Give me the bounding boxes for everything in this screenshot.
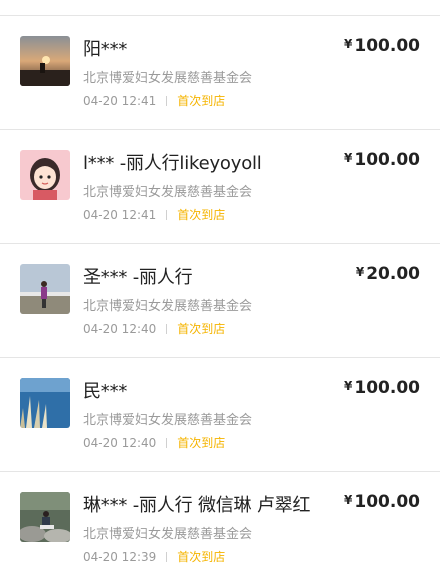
avatar[interactable] bbox=[20, 264, 70, 314]
avatar[interactable] bbox=[20, 150, 70, 200]
meta-separator bbox=[166, 552, 168, 562]
list-item[interactable]: 阳*** 北京博爱妇女发展慈善基金会 04-20 12:41 首次到店 ¥100.… bbox=[0, 16, 440, 130]
first-visit-tag: 首次到店 bbox=[177, 208, 226, 222]
donation-amount: ¥100.00 bbox=[344, 36, 420, 56]
donation-amount: ¥100.00 bbox=[344, 378, 420, 398]
meta-separator bbox=[166, 210, 168, 220]
donation-meta: 04-20 12:40 首次到店 bbox=[83, 434, 225, 451]
organization-name: 北京博爱妇女发展慈善基金会 bbox=[83, 413, 253, 428]
amount-value: 100.00 bbox=[354, 150, 420, 170]
donation-time: 04-20 12:41 bbox=[83, 94, 157, 108]
organization-name: 北京博爱妇女发展慈善基金会 bbox=[83, 299, 253, 314]
donation-amount: ¥100.00 bbox=[344, 150, 420, 170]
first-visit-tag: 首次到店 bbox=[177, 550, 226, 564]
donation-time: 04-20 12:39 bbox=[83, 550, 157, 564]
list-item[interactable]: l*** -丽人行likeyoyoll 北京博爱妇女发展慈善基金会 04-20 … bbox=[0, 130, 440, 244]
donation-amount: ¥100.00 bbox=[344, 492, 420, 512]
list-item[interactable]: 琳*** -丽人行 微信琳 卢翠红 北京博爱妇女发展慈善基金会 04-20 12… bbox=[0, 472, 440, 586]
donation-time: 04-20 12:40 bbox=[83, 436, 157, 450]
donor-name: 琳*** -丽人行 微信琳 卢翠红 bbox=[83, 495, 311, 516]
donation-time: 04-20 12:41 bbox=[83, 208, 157, 222]
donation-meta: 04-20 12:41 首次到店 bbox=[83, 206, 225, 223]
avatar[interactable] bbox=[20, 492, 70, 542]
person-rocks-icon bbox=[20, 492, 70, 542]
amount-value: 100.00 bbox=[354, 378, 420, 398]
meta-separator bbox=[166, 438, 168, 448]
donation-amount: ¥20.00 bbox=[356, 264, 420, 284]
first-visit-tag: 首次到店 bbox=[177, 94, 226, 108]
person-outdoor-icon bbox=[20, 264, 70, 314]
currency-symbol: ¥ bbox=[344, 379, 353, 393]
list-item[interactable]: 圣*** -丽人行 北京博爱妇女发展慈善基金会 04-20 12:40 首次到店 … bbox=[0, 244, 440, 358]
list-item[interactable]: 民*** 北京博爱妇女发展慈善基金会 04-20 12:40 首次到店 ¥100.… bbox=[0, 358, 440, 472]
donation-meta: 04-20 12:41 首次到店 bbox=[83, 92, 225, 109]
organization-name: 北京博爱妇女发展慈善基金会 bbox=[83, 527, 253, 542]
amount-value: 100.00 bbox=[354, 36, 420, 56]
amount-value: 100.00 bbox=[354, 492, 420, 512]
donation-list: 阳*** 北京博爱妇女发展慈善基金会 04-20 12:41 首次到店 ¥100.… bbox=[0, 16, 440, 586]
donation-time: 04-20 12:40 bbox=[83, 322, 157, 336]
currency-symbol: ¥ bbox=[344, 151, 353, 165]
donor-name: 阳*** bbox=[83, 39, 128, 60]
meta-separator bbox=[166, 324, 168, 334]
cartoon-girl-icon bbox=[20, 150, 70, 200]
donation-meta: 04-20 12:39 首次到店 bbox=[83, 548, 225, 565]
first-visit-tag: 首次到店 bbox=[177, 436, 226, 450]
avatar[interactable] bbox=[20, 378, 70, 428]
avatar[interactable] bbox=[20, 36, 70, 86]
donation-meta: 04-20 12:40 首次到店 bbox=[83, 320, 225, 337]
currency-symbol: ¥ bbox=[355, 265, 365, 279]
donor-name: l*** -丽人行likeyoyoll bbox=[83, 153, 262, 174]
sunset-photo-icon bbox=[20, 36, 70, 86]
donor-name: 民*** bbox=[83, 381, 128, 402]
currency-symbol: ¥ bbox=[344, 37, 353, 51]
organization-name: 北京博爱妇女发展慈善基金会 bbox=[83, 71, 253, 86]
organization-name: 北京博爱妇女发展慈善基金会 bbox=[83, 185, 253, 200]
donor-name: 圣*** -丽人行 bbox=[83, 267, 193, 288]
amount-value: 20.00 bbox=[366, 264, 420, 284]
meta-separator bbox=[166, 96, 168, 106]
currency-symbol: ¥ bbox=[344, 493, 353, 507]
lake-reeds-icon bbox=[20, 378, 70, 428]
first-visit-tag: 首次到店 bbox=[177, 322, 226, 336]
